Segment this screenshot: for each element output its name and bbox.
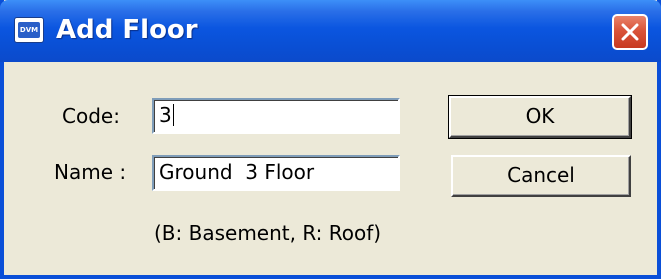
text-caret [172, 104, 174, 126]
code-input[interactable]: 3 [152, 98, 400, 134]
hint-text: (B: Basement, R: Roof) [154, 221, 382, 245]
name-input-value: Ground 3 Floor [159, 160, 315, 184]
add-floor-dialog: DVM Add Floor Code: 3 Name : Ground 3 Fl… [0, 0, 661, 279]
ok-button[interactable]: OK [448, 95, 632, 139]
close-icon [621, 23, 639, 41]
app-icon-label: DVM [18, 22, 40, 38]
close-button[interactable] [612, 14, 648, 50]
app-icon: DVM [14, 17, 44, 43]
code-label: Code: [62, 104, 120, 128]
name-label: Name : [54, 160, 127, 184]
title-bar[interactable]: DVM Add Floor [0, 0, 661, 62]
dialog-title: Add Floor [56, 15, 198, 45]
name-input[interactable]: Ground 3 Floor [152, 155, 400, 191]
code-input-value: 3 [159, 103, 172, 127]
cancel-button[interactable]: Cancel [451, 155, 631, 197]
